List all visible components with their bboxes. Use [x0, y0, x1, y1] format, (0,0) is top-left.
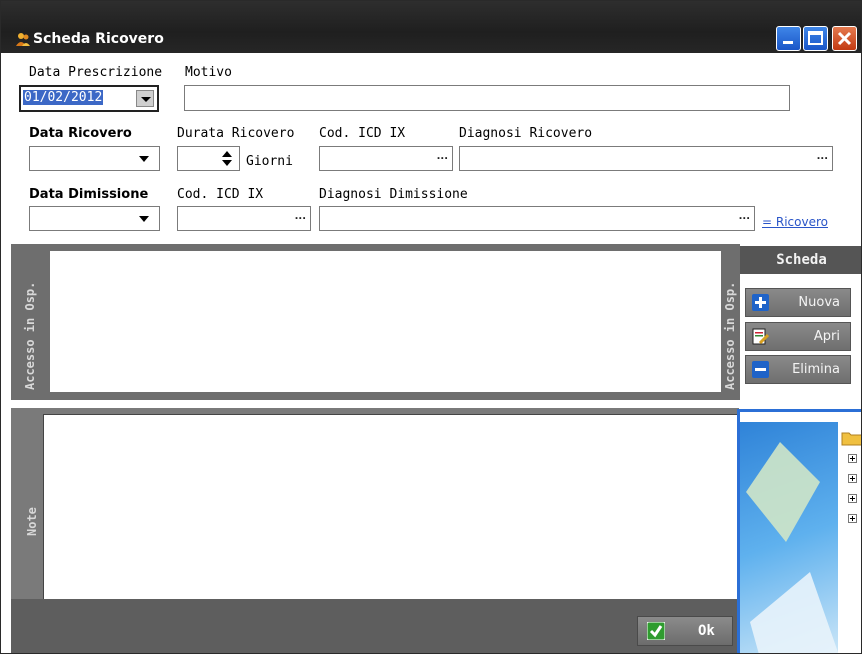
data-prescrizione-picker[interactable]: 01/02/2012 [19, 85, 159, 112]
durata-ricovero-stepper[interactable] [177, 146, 240, 171]
accesso-list[interactable] [50, 251, 721, 392]
scheda-header: Scheda [740, 246, 861, 274]
folder-icon [841, 432, 861, 446]
apri-button[interactable]: Apri [745, 322, 851, 351]
diagnosi-ricovero-label: Diagnosi Ricovero [459, 126, 593, 141]
data-dimissione-select[interactable] [29, 206, 160, 231]
ok-button[interactable]: Ok [637, 616, 733, 646]
background-window-fragment [737, 409, 861, 653]
note-textarea[interactable] [43, 414, 739, 600]
accesso-right-label: Accesso in Osp. [723, 281, 737, 390]
minus-icon [752, 361, 769, 378]
close-icon [837, 31, 852, 46]
expand-icon[interactable] [848, 454, 857, 463]
motivo-label: Motivo [185, 65, 232, 80]
data-ricovero-label: Data Ricovero [29, 126, 132, 141]
maximize-icon [808, 31, 823, 45]
cod-icd-dimissione-label: Cod. ICD IX [177, 187, 264, 202]
apri-label: Apri [813, 329, 840, 344]
minimize-button[interactable] [776, 26, 801, 51]
durata-ricovero-label: Durata Ricovero [177, 126, 295, 141]
browse-button[interactable]: ... [437, 151, 448, 162]
cod-icd-ricovero-label: Cod. ICD IX [319, 126, 406, 141]
data-dimissione-label: Data Dimissione [29, 187, 149, 202]
cod-icd-ricovero-field[interactable]: ... [319, 146, 453, 171]
window-title: Scheda Ricovero [33, 31, 164, 47]
diagnosi-dimissione-field[interactable]: ... [319, 206, 755, 231]
elimina-button[interactable]: Elimina [745, 355, 851, 384]
dropdown-button[interactable] [136, 90, 154, 107]
elimina-label: Elimina [792, 362, 840, 377]
diagnosi-dimissione-label: Diagnosi Dimissione [319, 187, 468, 202]
plus-icon [752, 294, 769, 311]
maximize-button[interactable] [803, 26, 828, 51]
data-prescrizione-value: 01/02/2012 [23, 90, 104, 105]
note-panel: Note [11, 408, 739, 603]
wallpaper-art [746, 442, 839, 653]
chevron-down-icon [139, 156, 149, 162]
spin-arrows-icon[interactable] [221, 149, 233, 168]
motivo-input[interactable] [184, 85, 790, 111]
accesso-left-label: Accesso in Osp. [23, 281, 37, 390]
checkmark-icon [647, 622, 665, 640]
nuova-label: Nuova [798, 295, 840, 310]
expand-icon[interactable] [848, 514, 857, 523]
browse-button[interactable]: ... [295, 211, 306, 222]
browse-button[interactable]: ... [817, 151, 828, 162]
close-button[interactable] [832, 26, 857, 51]
desktop-wallpaper [740, 422, 840, 653]
nuova-button[interactable]: Nuova [745, 288, 851, 317]
durata-unit-label: Giorni [246, 154, 293, 169]
cod-icd-dimissione-field[interactable]: ... [177, 206, 311, 231]
data-prescrizione-label: Data Prescrizione [29, 65, 163, 80]
expand-icon[interactable] [848, 494, 857, 503]
diagnosi-ricovero-field[interactable]: ... [459, 146, 833, 171]
title-bar[interactable]: Scheda Ricovero [1, 1, 861, 53]
open-document-icon [752, 328, 769, 345]
tree-view[interactable] [838, 420, 861, 653]
bottom-bar [11, 599, 741, 653]
uguale-ricovero-link[interactable]: = Ricovero [762, 215, 828, 229]
people-icon [16, 33, 30, 46]
expand-icon[interactable] [848, 474, 857, 483]
chevron-down-icon [139, 216, 149, 222]
ok-label: Ok [698, 623, 715, 639]
accesso-panel: Accesso in Osp. Accesso in Osp. [11, 244, 740, 400]
scheda-ricovero-window: Scheda Ricovero Data Prescrizione Motivo… [0, 0, 862, 654]
minimize-icon [783, 41, 793, 44]
note-label: Note [25, 507, 39, 536]
browse-button[interactable]: ... [739, 211, 750, 222]
data-ricovero-select[interactable] [29, 146, 160, 171]
